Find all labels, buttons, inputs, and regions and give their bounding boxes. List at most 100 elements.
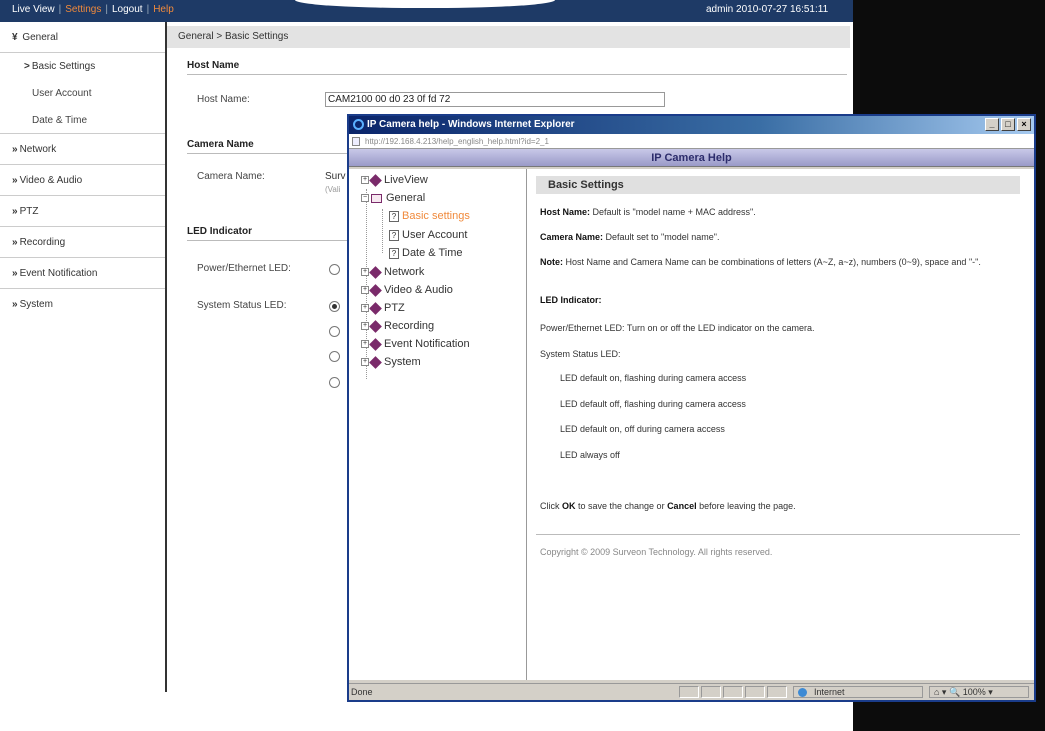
book-icon [369, 319, 382, 333]
chevron-right-icon: > [24, 61, 30, 72]
expand-icon: » [12, 237, 18, 248]
status-led-radio-4[interactable] [329, 377, 340, 388]
address-bar[interactable]: http://192.168.4.213/help_english_help.h… [349, 134, 1034, 149]
lock-icon: ⌂ ▾ [934, 687, 947, 697]
help-body: + LiveView − General ? Basic settings ? User… [349, 169, 1034, 680]
divider [187, 74, 847, 75]
sidebar: ¥ General > Basic Settings User Account D… [0, 22, 167, 692]
book-icon [369, 283, 382, 297]
sidebar-item-user-account[interactable]: User Account [0, 80, 165, 107]
sidebar-item-system[interactable]: » System [0, 289, 165, 320]
tree-item-liveview[interactable]: + LiveView [361, 173, 428, 187]
sidebar-item-ptz[interactable]: » PTZ [0, 196, 165, 227]
collapse-icon[interactable]: − [361, 194, 369, 203]
help-note: Note: Host Name and Camera Name can be c… [540, 257, 981, 267]
address-url: http://192.168.4.213/help_english_help.h… [365, 137, 549, 146]
host-name-label: Host Name: [197, 94, 250, 105]
ie-status-bar: Done Internet ⌂ ▾ 🔍 100% ▾ [349, 683, 1034, 700]
ie-logo-icon [353, 119, 364, 130]
book-icon [369, 301, 382, 315]
help-content-title: Basic Settings [536, 176, 1020, 194]
nav-logout[interactable]: Logout [112, 4, 143, 15]
zoom-control[interactable]: ⌂ ▾ 🔍 100% ▾ [929, 686, 1029, 698]
led-indicator-section-title: LED Indicator [187, 226, 253, 237]
sidebar-item-date-time[interactable]: Date & Time [0, 107, 165, 134]
breadcrumb: General > Basic Settings [167, 26, 850, 48]
sidebar-item-recording[interactable]: » Recording [0, 227, 165, 258]
help-camera-name: Camera Name: Default set to "model name"… [540, 232, 720, 242]
ie-help-window: IP Camera help - Windows Internet Explor… [347, 114, 1036, 702]
username: admin [706, 4, 734, 15]
expand-icon: » [12, 268, 18, 279]
window-controls: _ □ × [985, 118, 1031, 131]
book-icon [369, 337, 382, 351]
help-content: Basic Settings Host Name: Default is "mo… [528, 169, 1034, 680]
host-name-section-title: Host Name [187, 60, 240, 71]
sidebar-item-network[interactable]: » Network [0, 134, 165, 165]
globe-icon [798, 688, 807, 697]
sidebar-item-video-audio[interactable]: » Video & Audio [0, 165, 165, 196]
help-power-led: Power/Ethernet LED: Turn on or off the L… [540, 323, 815, 333]
nav-settings[interactable]: Settings [65, 4, 101, 15]
zoom-icon: 🔍 [948, 687, 961, 697]
power-led-radio[interactable] [329, 264, 340, 275]
camera-name-section-title: Camera Name [187, 139, 254, 150]
help-page-icon: ? [389, 229, 399, 241]
help-led-option-1: LED default on, flashing during camera a… [560, 373, 747, 383]
ie-titlebar[interactable]: IP Camera help - Windows Internet Explor… [349, 116, 1034, 134]
help-page-icon: ? [389, 247, 399, 259]
maximize-icon[interactable]: □ [1001, 118, 1015, 131]
chevron-down-icon: ▾ [988, 687, 993, 697]
tree-item-date-time[interactable]: ? Date & Time [389, 247, 463, 259]
tree-item-video-audio[interactable]: + Video & Audio [361, 283, 453, 297]
tree-item-ptz[interactable]: + PTZ [361, 301, 405, 315]
page-icon [352, 137, 360, 146]
help-status-led: System Status LED: [540, 349, 621, 359]
status-done: Done [351, 687, 373, 697]
top-nav-bar: Live View | Settings | Logout | Help adm… [0, 0, 853, 22]
expand-icon: » [12, 206, 18, 217]
user-datetime: admin 2010-07-27 16:51:11 [706, 4, 828, 15]
host-name-input[interactable]: CAM2100 00 d0 23 0f fd 72 [325, 92, 665, 107]
tree-item-system[interactable]: + System [361, 355, 421, 369]
help-led-option-3: LED default on, off during camera access [560, 424, 725, 434]
nav-live-view[interactable]: Live View [12, 4, 55, 15]
help-tree: + LiveView − General ? Basic settings ? User… [349, 169, 527, 680]
tree-item-recording[interactable]: + Recording [361, 319, 434, 333]
sidebar-item-general[interactable]: ¥ General [0, 22, 165, 53]
topbar-decoration [295, 0, 555, 8]
expand-icon: » [12, 175, 18, 186]
tree-item-basic-settings[interactable]: ? Basic settings [389, 210, 470, 222]
status-led-radio-3[interactable] [329, 351, 340, 362]
tree-item-event-notification[interactable]: + Event Notification [361, 337, 470, 351]
nav-help[interactable]: Help [153, 4, 174, 15]
security-zone: Internet [793, 686, 923, 698]
expand-icon: » [12, 299, 18, 310]
collapse-icon: ¥ [12, 32, 18, 43]
book-icon [369, 173, 382, 187]
copyright: Copyright © 2009 Surveon Technology. All… [540, 547, 773, 557]
tree-item-network[interactable]: + Network [361, 265, 424, 279]
open-book-icon [371, 193, 382, 203]
camera-name-hint: (Vali [325, 185, 341, 194]
expand-icon: » [12, 144, 18, 155]
help-led-title: LED Indicator: [540, 295, 602, 305]
tree-item-general[interactable]: − General [361, 192, 425, 204]
help-page-icon: ? [389, 210, 399, 222]
help-led-option-4: LED always off [560, 450, 620, 460]
camera-name-input[interactable]: Surv [325, 171, 346, 182]
datetime: 2010-07-27 16:51:11 [736, 4, 829, 15]
top-nav: Live View | Settings | Logout | Help [12, 4, 174, 15]
divider [187, 240, 347, 241]
tree-item-user-account[interactable]: ? User Account [389, 229, 467, 241]
status-led-radio-1[interactable] [329, 301, 340, 312]
sidebar-item-event-notification[interactable]: » Event Notification [0, 258, 165, 289]
sidebar-item-basic-settings[interactable]: > Basic Settings [0, 53, 165, 80]
book-icon [369, 355, 382, 369]
status-led-radio-2[interactable] [329, 326, 340, 337]
status-led-label: System Status LED: [197, 300, 287, 311]
minimize-icon[interactable]: _ [985, 118, 999, 131]
help-click-instructions: Click OK to save the change or Cancel be… [540, 501, 796, 511]
close-icon[interactable]: × [1017, 118, 1031, 131]
ie-window-title: IP Camera help - Windows Internet Explor… [367, 119, 575, 130]
